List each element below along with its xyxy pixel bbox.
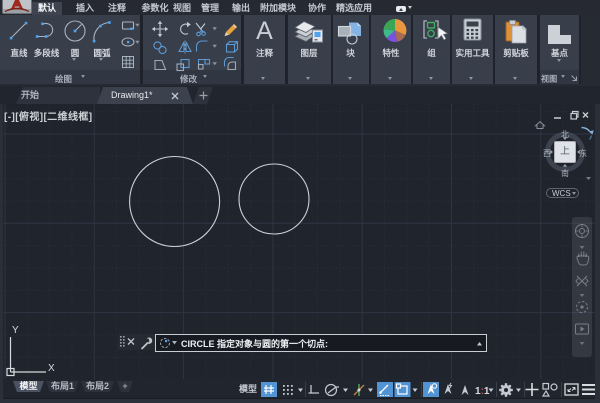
svg-text:Y: Y [12, 325, 19, 336]
svg-text:1:1: 1:1 [475, 386, 490, 397]
svg-text:X: X [48, 363, 55, 374]
